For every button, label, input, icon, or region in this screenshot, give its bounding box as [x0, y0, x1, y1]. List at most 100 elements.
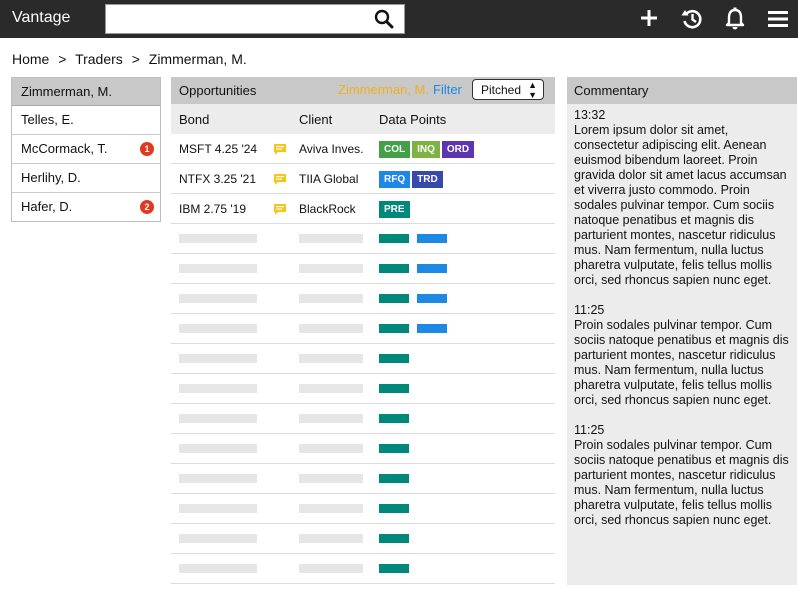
placeholder-row [171, 524, 555, 554]
breadcrumb-traders[interactable]: Traders [75, 51, 123, 67]
placeholder-bar [299, 504, 363, 513]
status-select[interactable]: Pitched ▲ ▼ [472, 79, 544, 100]
trader-item[interactable]: Telles, E. [12, 106, 160, 135]
data-point-tag[interactable]: TRD [412, 171, 443, 188]
opportunities-title: Opportunities [179, 83, 257, 98]
commentary-time: 11:25 [574, 303, 605, 317]
placeholder-bar [299, 384, 363, 393]
opportunities-column-header: Bond Client Data Points [171, 104, 555, 134]
placeholder-bar [179, 294, 257, 303]
menu-icon[interactable] [767, 9, 789, 32]
comment-icon[interactable] [273, 173, 287, 189]
placeholder-bar [379, 384, 409, 393]
data-point-tag[interactable]: INQ [412, 141, 440, 158]
search-input[interactable] [112, 5, 371, 33]
placeholder-bar [379, 504, 409, 513]
placeholder-row [171, 554, 555, 584]
placeholder-bar [379, 354, 409, 363]
data-point-tag[interactable]: COL [379, 141, 411, 158]
data-points-cell: RFQ TRD [379, 171, 445, 188]
trader-item[interactable]: Herlihy, D. [12, 164, 160, 193]
breadcrumb-separator: > [131, 51, 140, 67]
placeholder-row [171, 314, 555, 344]
bond-cell: NTFX 3.25 '21 [179, 172, 256, 186]
commentary-time: 13:32 [574, 108, 606, 122]
placeholder-row [171, 374, 555, 404]
commentary-time: 11:25 [574, 423, 605, 437]
comment-icon[interactable] [273, 203, 287, 219]
column-client[interactable]: Client [299, 112, 332, 127]
search-box[interactable] [105, 4, 405, 34]
search-icon[interactable] [374, 9, 394, 32]
bond-cell: MSFT 4.25 '24 [179, 142, 258, 156]
placeholder-bar [379, 294, 409, 303]
notification-badge: 2 [140, 200, 154, 214]
commentary-title: Commentary [567, 77, 797, 104]
add-icon[interactable] [639, 8, 659, 31]
data-points-cell: PRE [379, 201, 412, 218]
table-row[interactable]: IBM 2.75 '19 BlackRock PRE [171, 194, 555, 224]
client-cell: TIIA Global [299, 172, 359, 186]
bell-icon[interactable] [725, 7, 745, 34]
placeholder-row [171, 434, 555, 464]
placeholder-bar [299, 414, 363, 423]
breadcrumb-home[interactable]: Home [12, 51, 49, 67]
placeholder-bar [417, 234, 447, 243]
table-row[interactable]: MSFT 4.25 '24 Aviva Inves. COL INQ ORD [171, 134, 555, 164]
placeholder-bar [379, 534, 409, 543]
placeholder-bar [379, 474, 409, 483]
placeholder-row [171, 224, 555, 254]
top-bar: Vantage [0, 0, 798, 38]
status-select-value: Pitched [481, 83, 522, 97]
placeholder-bar [179, 354, 257, 363]
placeholder-bar [379, 324, 409, 333]
notification-badge: 1 [140, 142, 154, 156]
placeholder-bar [299, 444, 363, 453]
commentary-text: Proin sodales pulvinar tempor. Cum socii… [574, 438, 789, 527]
commentary-entry: 11:25 Proin sodales pulvinar tempor. Cum… [574, 303, 790, 408]
comment-icon[interactable] [273, 143, 287, 159]
placeholder-bar [299, 474, 363, 483]
table-row[interactable]: NTFX 3.25 '21 TIIA Global RFQ TRD [171, 164, 555, 194]
data-point-tag[interactable]: PRE [379, 201, 410, 218]
history-icon[interactable] [680, 7, 704, 34]
data-points-cell: COL INQ ORD [379, 141, 476, 158]
client-cell: Aviva Inves. [299, 142, 364, 156]
bond-cell: IBM 2.75 '19 [179, 202, 246, 216]
commentary-text: Proin sodales pulvinar tempor. Cum socii… [574, 318, 789, 407]
placeholder-bar [299, 234, 363, 243]
placeholder-bar [417, 294, 447, 303]
trader-name: Hafer, D. [21, 199, 73, 214]
column-bond[interactable]: Bond [179, 112, 209, 127]
placeholder-bar [379, 564, 409, 573]
traders-list-header[interactable]: Zimmerman, M. [12, 78, 160, 106]
placeholder-bar [299, 354, 363, 363]
breadcrumb-current: Zimmerman, M. [148, 51, 247, 67]
placeholder-bar [299, 534, 363, 543]
data-point-tag[interactable]: RFQ [379, 171, 411, 188]
column-data-points[interactable]: Data Points [379, 112, 446, 127]
trader-item[interactable]: Hafer, D. 2 [12, 193, 160, 221]
breadcrumb: Home > Traders > Zimmerman, M. [12, 51, 252, 67]
placeholder-bar [299, 324, 363, 333]
filter-link[interactable]: Filter [433, 82, 462, 97]
placeholder-bar [417, 264, 447, 273]
placeholder-bar [179, 534, 257, 543]
opportunities-header: Opportunities Zimmerman, M. Filter Pitch… [171, 77, 555, 104]
placeholder-bar [417, 324, 447, 333]
placeholder-bar [299, 294, 363, 303]
placeholder-bar [379, 234, 409, 243]
placeholder-row [171, 494, 555, 524]
commentary-entry: 13:32 Lorem ipsum dolor sit amet, consec… [574, 108, 790, 288]
placeholder-bar [179, 324, 257, 333]
breadcrumb-separator: > [58, 51, 67, 67]
traders-list: Zimmerman, M. Telles, E. McCormack, T. 1 … [11, 77, 161, 222]
placeholder-bar [379, 444, 409, 453]
trader-item[interactable]: McCormack, T. 1 [12, 135, 160, 164]
placeholder-bar [379, 264, 409, 273]
trader-name: McCormack, T. [21, 141, 108, 156]
data-point-tag[interactable]: ORD [441, 141, 475, 158]
placeholder-bar [379, 414, 409, 423]
placeholder-row [171, 404, 555, 434]
placeholder-row [171, 464, 555, 494]
